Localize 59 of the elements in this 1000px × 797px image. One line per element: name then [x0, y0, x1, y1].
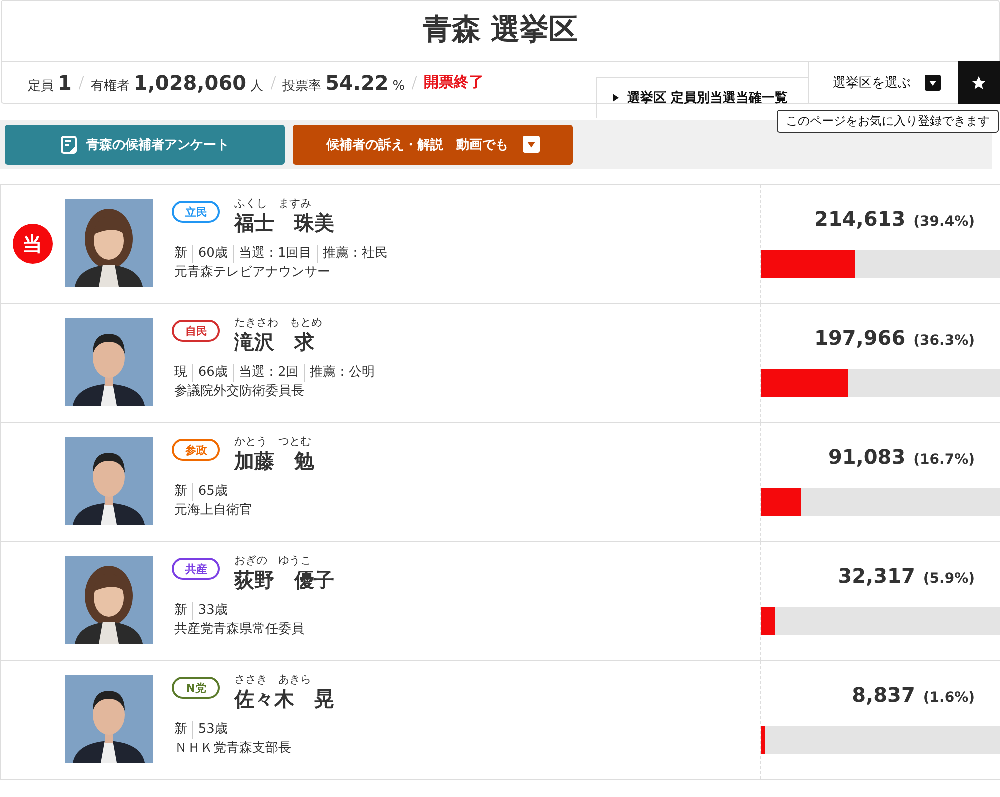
- dropdown-icon: [522, 136, 540, 153]
- candidate-name: 加藤 勉: [234, 448, 314, 474]
- career-text: 参議院外交防衛委員長: [174, 383, 306, 401]
- star-icon: [971, 74, 987, 90]
- candidate-name: 荻野 優子: [234, 567, 334, 593]
- detail-text: 33歳: [192, 602, 233, 620]
- name-reading: ささき あきら: [234, 673, 312, 686]
- tooltip: このページをお気に入り登録できます: [777, 110, 999, 133]
- vote-count: 91,083: [828, 445, 906, 469]
- vote-count: 32,317: [838, 564, 916, 588]
- candidate-name: 福士 珠美: [234, 210, 334, 236]
- party-tag: 参政: [172, 439, 220, 461]
- name-reading: ふくし ますみ: [234, 197, 312, 210]
- detail-text: 53歳: [192, 721, 233, 739]
- career-text: ＮＨＫ党青森支部長: [174, 740, 292, 758]
- vote-share: (5.9%): [923, 571, 975, 587]
- document-icon: [60, 136, 76, 154]
- stat-text: 定員 1: [28, 70, 72, 94]
- page-title: 青森 選挙区: [422, 11, 580, 48]
- party-tag: 共産: [172, 558, 220, 580]
- party-tag: 立民: [172, 201, 220, 223]
- stat-text: 投票率 54.22 %: [282, 70, 406, 94]
- detail-text: 当選：1回目: [232, 245, 318, 263]
- name-reading: たきさわ もとめ: [234, 316, 322, 329]
- detail-text: 当選：2回: [232, 364, 304, 382]
- stat-text: 有権者 1,028,060 人: [90, 70, 264, 94]
- vote-count: 197,966: [814, 326, 906, 350]
- career-text: 元海上自衛官: [174, 502, 254, 520]
- favorite-button[interactable]: [958, 61, 1000, 104]
- video-button[interactable]: 候補者の訴え・解説 動画でも: [293, 124, 573, 164]
- elected-badge: 当: [12, 224, 53, 264]
- name-reading: かとう つとむ: [234, 435, 312, 448]
- name-reading: おぎの ゆうこ: [234, 554, 312, 567]
- vote-count: 8,837: [852, 683, 916, 707]
- vote-share: (1.6%): [923, 690, 975, 706]
- vote-share: (39.4%): [914, 214, 975, 230]
- count-status: 開票終了: [424, 73, 484, 92]
- vote-count: 214,613: [814, 207, 906, 231]
- candidate-name: 佐々木 晃: [234, 686, 334, 712]
- detail-text: 新: [174, 245, 188, 263]
- triangle-icon: [613, 94, 620, 102]
- dropdown-icon: [925, 74, 941, 90]
- detail-text: 新: [174, 483, 188, 501]
- candidate-name: 滝沢 求: [234, 329, 316, 355]
- detail-text: 65歳: [192, 483, 233, 501]
- vote-share: (16.7%): [914, 452, 975, 468]
- party-tag: N党: [172, 677, 220, 699]
- detail-text: 新: [174, 721, 188, 739]
- detail-text: 推薦：社民: [317, 245, 394, 263]
- survey-button[interactable]: 青森の候補者アンケート: [5, 124, 285, 164]
- detail-text: 推薦：公明: [304, 364, 380, 382]
- career-text: 共産党青森県常任委員: [174, 621, 306, 639]
- detail-text: 現: [174, 364, 188, 382]
- detail-text: 新: [174, 602, 188, 620]
- detail-text: 66歳: [192, 364, 233, 382]
- detail-text: 60歳: [192, 245, 233, 263]
- vote-share: (36.3%): [914, 333, 975, 349]
- career-text: 元青森テレビアナウンサー: [174, 264, 332, 282]
- party-tag: 自民: [172, 320, 220, 342]
